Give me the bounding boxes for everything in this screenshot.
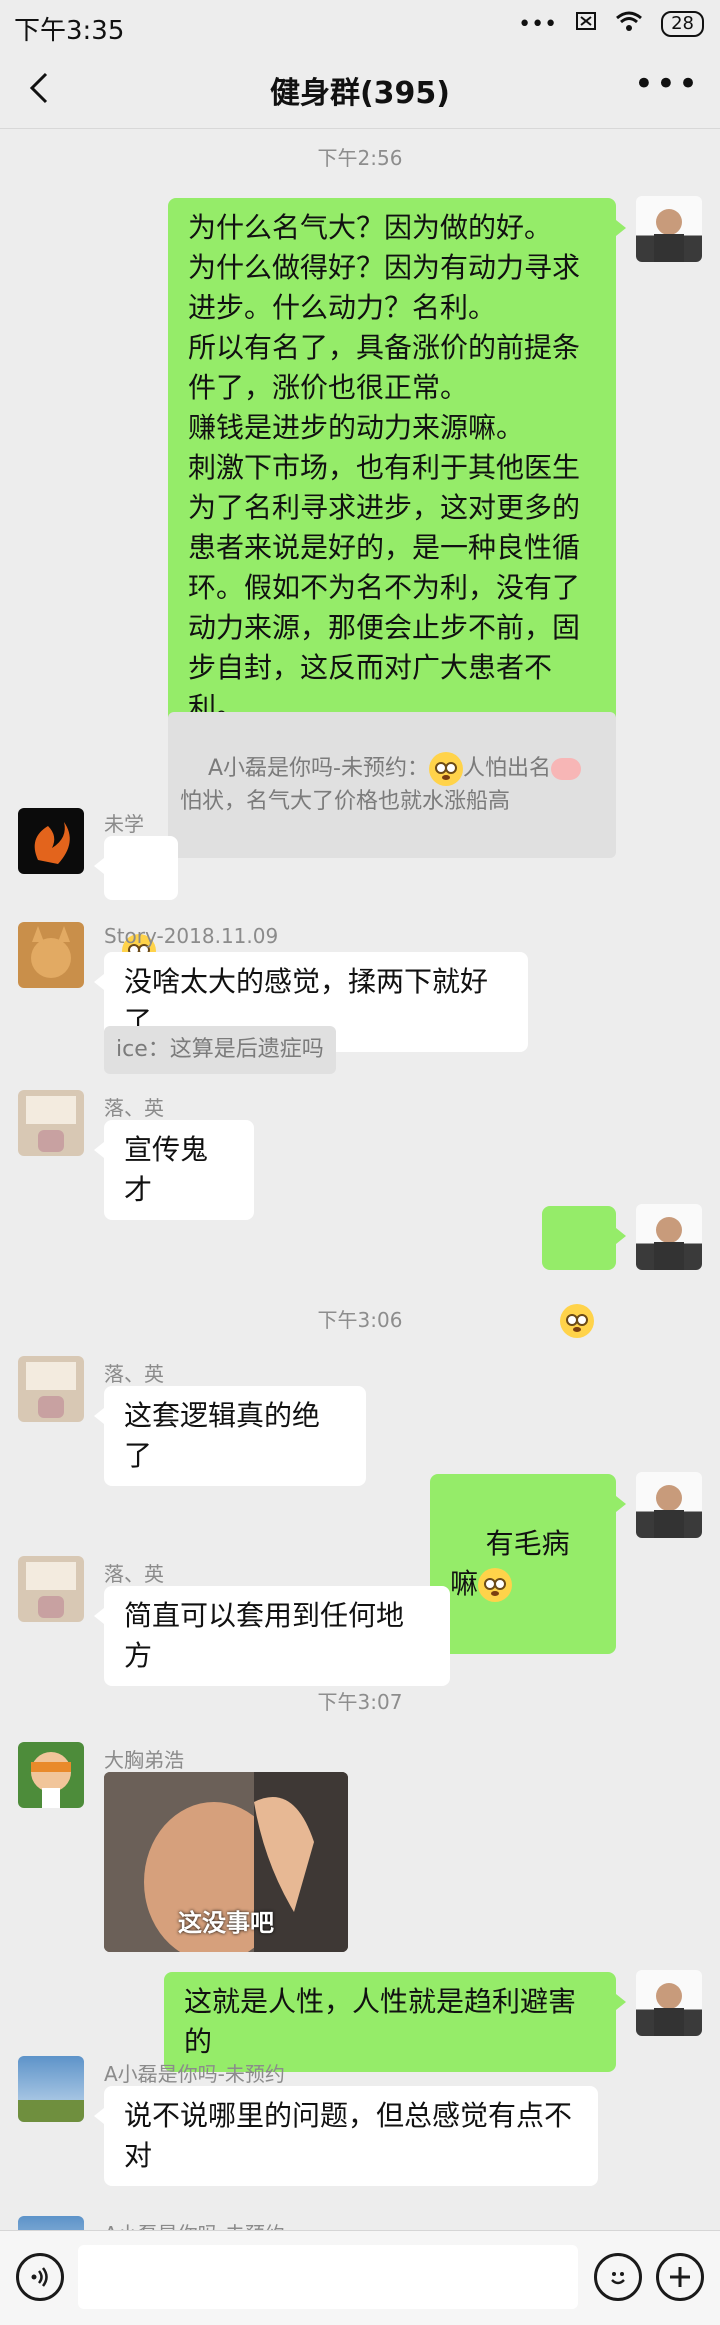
no-sim-icon <box>575 11 597 37</box>
plus-icon[interactable] <box>656 2253 704 2301</box>
message-bubble[interactable]: 简直可以套用到任何地方 <box>94 1586 450 1686</box>
avatar[interactable] <box>18 2216 84 2230</box>
sender-name: 落、英 <box>104 1096 164 1120</box>
self-avatar[interactable] <box>636 1472 702 1538</box>
message-bubble[interactable]: 为什么名气大？因为做的好。 为什么做得好？因为有动力寻求进步。什么动力？名利。 … <box>168 198 626 738</box>
emoji-message[interactable] <box>94 836 178 968</box>
sender-name: A小磊是你吗-未预约 <box>104 2062 285 2086</box>
emoji-message[interactable] <box>542 1206 626 1338</box>
more-icon[interactable]: ••• <box>634 64 700 104</box>
avatar[interactable] <box>18 922 84 988</box>
sender-name: 落、英 <box>104 1562 164 1586</box>
sender-name: A小磊是你吗-未预约 <box>104 2218 285 2230</box>
status-time: 下午3:35 <box>14 16 125 46</box>
chat-area[interactable]: 下午2:56 为什么名气大？因为做的好。 为什么做得好？因为有动力寻求进步。什么… <box>0 128 720 2230</box>
quoted-reply[interactable]: A小磊是你吗-未预约： 人怕出名 怕状，名气大了价格也就水涨船高 <box>168 712 616 858</box>
self-avatar[interactable] <box>636 196 702 262</box>
wifi-icon <box>615 10 643 38</box>
chat-title: 健身群(395) <box>269 76 451 111</box>
battery-icon: 28 <box>661 11 704 37</box>
pig-emoji-icon <box>551 758 581 780</box>
avatar[interactable] <box>18 1556 84 1622</box>
timestamp: 下午2:56 <box>317 146 403 170</box>
avatar[interactable] <box>18 1090 84 1156</box>
input-bar <box>0 2230 720 2325</box>
message-bubble[interactable]: 宣传鬼才 <box>94 1120 254 1220</box>
quoted-reply[interactable]: ice：这算是后遗症吗 <box>104 1026 336 1074</box>
quote-text: A小磊是你吗-未预约： <box>207 756 429 781</box>
sender-name: 落、英 <box>104 1362 164 1386</box>
smirk-emoji-icon <box>428 752 463 786</box>
sender-name: 大胸弟浩 <box>104 1748 184 1772</box>
message-bubble[interactable]: 这套逻辑真的绝了 <box>94 1386 366 1486</box>
sender-name: Story-2018.11.09 <box>104 924 279 948</box>
status-icons: ••• 28 <box>518 10 704 38</box>
smirk-emoji-icon <box>478 1568 513 1602</box>
message-bubble[interactable]: 说不说哪里的问题，但总感觉有点不对 <box>94 2086 598 2186</box>
avatar[interactable] <box>18 1356 84 1422</box>
quote-text: 人怕出名 <box>462 756 551 781</box>
message-bubble[interactable]: 这就是人性，人性就是趋利避害的 <box>164 1972 626 2072</box>
status-bar: 下午3:35 ••• 28 <box>0 0 720 52</box>
self-avatar[interactable] <box>636 1204 702 1270</box>
image-message[interactable]: 这没事吧 <box>104 1772 348 1952</box>
voice-icon[interactable] <box>16 2253 64 2301</box>
signal-icon: ••• <box>518 11 558 37</box>
image-caption: 这没事吧 <box>178 1909 274 1937</box>
chat-header: 健身群(395) ••• <box>0 52 720 129</box>
message-input[interactable] <box>78 2245 578 2309</box>
timestamp: 下午3:07 <box>317 1690 403 1714</box>
message-bubble[interactable]: 有毛病嘛 <box>430 1474 626 1654</box>
timestamp: 下午3:06 <box>317 1308 403 1332</box>
emoji-icon[interactable] <box>594 2253 642 2301</box>
avatar[interactable] <box>18 808 84 874</box>
self-avatar[interactable] <box>636 1970 702 2036</box>
sender-name: 未学 <box>104 812 144 836</box>
avatar[interactable] <box>18 2056 84 2122</box>
avatar[interactable] <box>18 1742 84 1808</box>
